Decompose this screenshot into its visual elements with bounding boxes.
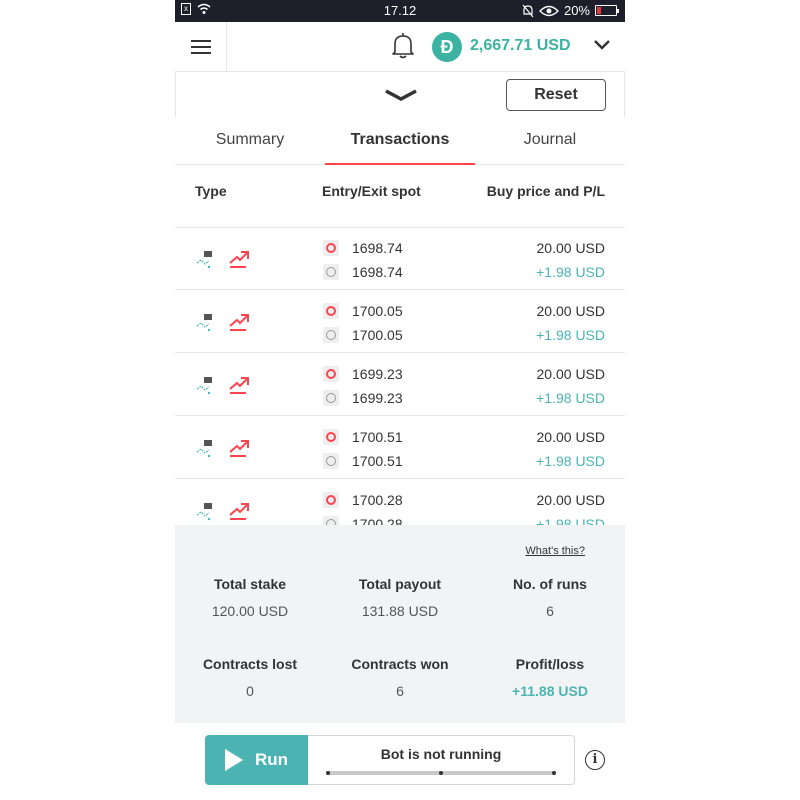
run-button-label: Run [255,750,289,769]
exit-spot-icon [323,327,339,343]
total-payout-value: 131.88 USD [361,603,439,619]
tab-journal[interactable]: Journal [475,117,625,165]
account-currency-icon[interactable]: Đ [432,32,462,62]
battery-icon [595,5,619,16]
drawer-toolbar: Reset [175,72,625,117]
eye-icon [539,5,559,16]
collapse-chevron-icon[interactable] [384,88,418,102]
menu-button[interactable] [175,22,227,72]
transactions-list: 1698.74 1698.74 20.00 USD +1.98 USD 1700… [175,228,625,525]
entry-spot: 1700.51 [352,429,403,445]
column-header-entry-exit: Entry/Exit spot [322,183,421,199]
entry-spot-icon [323,492,339,508]
run-panel: Run Bot is not running i [175,723,625,800]
table-row[interactable]: 1700.51 1700.51 20.00 USD +1.98 USD [175,417,625,479]
progress-step-dot [552,771,556,775]
app-header: Đ 2,667.71 USD [175,22,625,72]
trade-type-chart-icon [196,503,212,521]
tab-transactions[interactable]: Transactions [325,117,475,165]
column-header-buy-price-pl: Buy price and P/L [486,183,605,199]
play-icon [225,749,243,771]
battery-percent: 20% [563,3,590,18]
entry-spot: 1699.23 [352,366,403,382]
profit-loss: +1.98 USD [536,264,605,280]
runs-label: No. of runs [513,576,587,592]
reset-button[interactable]: Reset [506,79,606,111]
contracts-lost-label: Contracts lost [202,656,298,672]
rise-arrow-icon [229,251,249,268]
rise-arrow-icon [229,314,249,331]
tab-summary[interactable]: Summary [175,117,325,165]
tab-bar: Summary Transactions Journal [175,117,625,165]
entry-spot: 1700.28 [352,492,403,508]
status-bar: x 17.12 20% [175,0,625,22]
exit-spot: 1700.51 [352,453,403,469]
profit-loss: +1.98 USD [536,516,605,525]
buy-price: 20.00 USD [536,303,605,319]
app-screen: x 17.12 20% Đ 2,667.71 USD Reset Summary… [175,0,625,800]
buy-price: 20.00 USD [536,366,605,382]
mute-icon [522,4,534,17]
entry-spot-icon [323,240,339,256]
runs-value: 6 [546,603,554,619]
bot-status-text: Bot is not running [380,746,502,762]
column-header-type: Type [195,183,227,199]
whats-this-link[interactable]: What's this? [525,545,585,557]
contracts-lost-value: 0 [246,683,254,699]
transactions-table-header: Type Entry/Exit spot Buy price and P/L [175,165,625,228]
rise-arrow-icon [229,377,249,394]
bot-status-box: Bot is not running [308,735,575,785]
rise-arrow-icon [229,503,249,520]
trade-type-chart-icon [196,251,212,269]
progress-step-dot [326,771,330,775]
exit-spot: 1699.23 [352,390,403,406]
run-progress-track [326,771,556,775]
table-row[interactable]: 1698.74 1698.74 20.00 USD +1.98 USD [175,228,625,290]
trade-type-chart-icon [196,377,212,395]
exit-spot-icon [323,453,339,469]
trade-type-chart-icon [196,314,212,332]
total-stake-label: Total stake [213,576,287,592]
hamburger-icon [190,40,211,54]
table-row[interactable]: 1699.23 1699.23 20.00 USD +1.98 USD [175,354,625,416]
table-row[interactable]: 1700.05 1700.05 20.00 USD +1.98 USD [175,291,625,353]
run-summary-panel: What's this? Total stake 120.00 USD Tota… [175,525,625,723]
entry-spot-icon [323,429,339,445]
entry-spot-icon [323,366,339,382]
chevron-down-icon[interactable] [593,38,611,52]
buy-price: 20.00 USD [536,429,605,445]
exit-spot: 1698.74 [352,264,403,280]
exit-spot-icon [323,264,339,280]
contracts-won-label: Contracts won [351,656,449,672]
contracts-won-value: 6 [396,683,404,699]
progress-step-dot [439,771,443,775]
exit-spot: 1700.28 [352,516,403,525]
rise-arrow-icon [229,440,249,457]
profit-loss-label: Profit/loss [515,656,585,672]
account-balance[interactable]: 2,667.71 USD [470,37,571,55]
profit-loss-value: +11.88 USD [512,683,588,699]
info-icon[interactable]: i [585,750,605,770]
exit-spot: 1700.05 [352,327,403,343]
buy-price: 20.00 USD [536,240,605,256]
profit-loss: +1.98 USD [536,390,605,406]
total-stake-value: 120.00 USD [211,603,289,619]
profit-loss: +1.98 USD [536,327,605,343]
trade-type-chart-icon [196,440,212,458]
entry-spot: 1698.74 [352,240,403,256]
profit-loss: +1.98 USD [536,453,605,469]
notification-bell-icon[interactable] [390,32,416,60]
entry-spot: 1700.05 [352,303,403,319]
table-row[interactable]: 1700.28 1700.28 20.00 USD +1.98 USD [175,480,625,525]
buy-price: 20.00 USD [536,492,605,508]
entry-spot-icon [323,303,339,319]
run-button[interactable]: Run [205,735,309,785]
total-payout-label: Total payout [358,576,442,592]
exit-spot-icon [323,390,339,406]
exit-spot-icon [323,516,339,525]
